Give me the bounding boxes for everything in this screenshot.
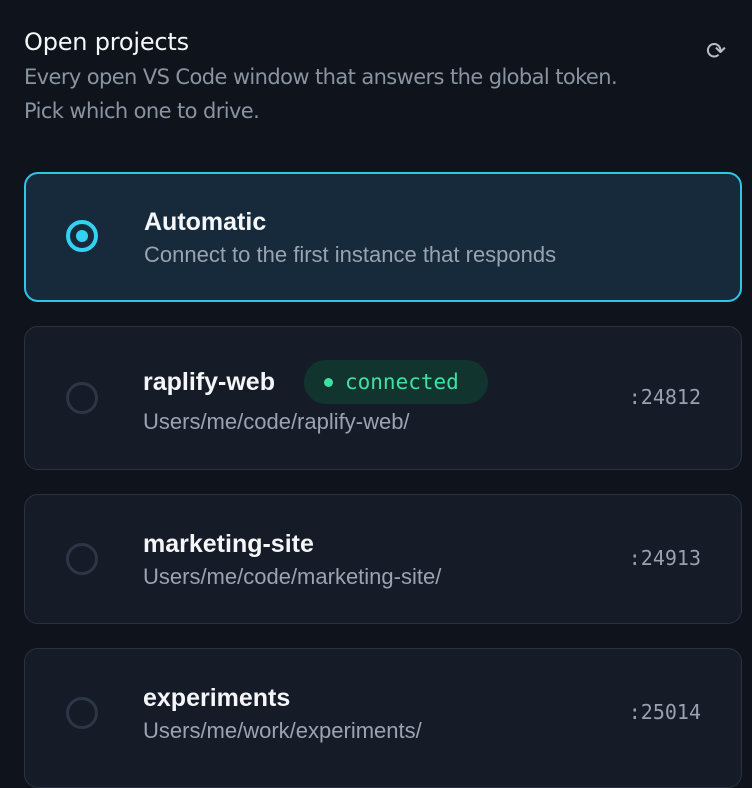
option-raplify-web[interactable]: raplify-web connected Users/me/code/rapl… [24, 326, 742, 470]
option-port: :25014 [628, 700, 701, 724]
radio-dot [76, 230, 88, 242]
option-description: Connect to the first instance that respo… [144, 242, 557, 267]
option-port: :24913 [628, 546, 701, 570]
option-name: experiments [143, 684, 291, 712]
radio-unselected[interactable] [66, 543, 98, 575]
status-badge-label: connected [345, 370, 459, 394]
option-experiments[interactable]: experiments Users/me/work/experiments/ :… [24, 648, 742, 788]
option-path: Users/me/code/raplify-web/ [143, 409, 410, 434]
option-marketing-site[interactable]: marketing-site Users/me/code/marketing-s… [24, 494, 742, 624]
option-path: Users/me/code/marketing-site/ [143, 564, 442, 589]
radio-unselected[interactable] [66, 382, 98, 414]
radio-unselected[interactable] [66, 697, 98, 729]
refresh-icon[interactable]: ⟳ [702, 38, 730, 66]
option-path: Users/me/work/experiments/ [143, 718, 422, 743]
page-title: Open projects [24, 28, 189, 56]
radio-selected[interactable] [66, 220, 98, 252]
status-dot [324, 378, 333, 387]
option-automatic[interactable]: Automatic Connect to the first instance … [24, 172, 742, 302]
header: Open projects Every open VS Code window … [24, 24, 724, 128]
option-name: Automatic [144, 208, 267, 236]
option-name: marketing-site [143, 530, 314, 558]
option-name: raplify-web [143, 368, 275, 396]
option-port: :24812 [628, 385, 701, 409]
page-subtitle: Every open VS Code window that answers t… [24, 65, 618, 123]
status-badge: connected [304, 360, 488, 404]
